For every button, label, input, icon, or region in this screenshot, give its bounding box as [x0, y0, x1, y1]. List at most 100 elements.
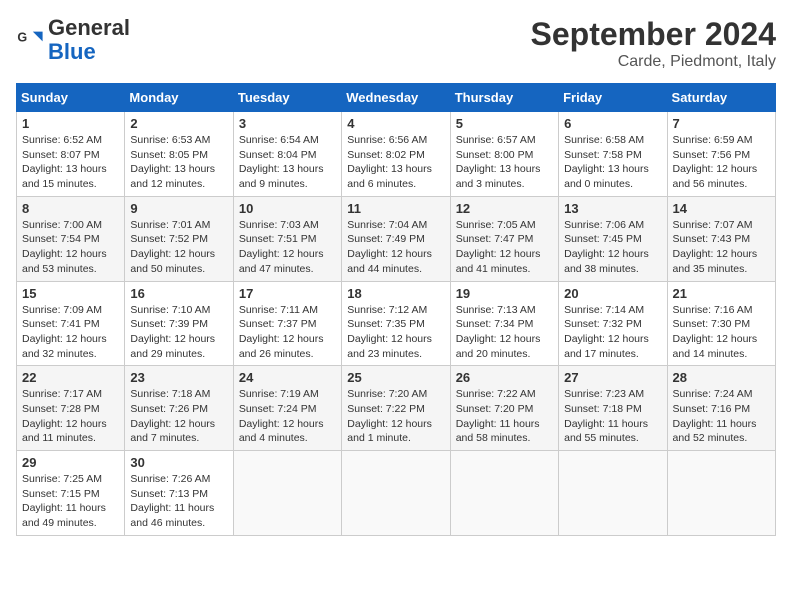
empty-day [233, 451, 341, 536]
logo-line1: General [48, 15, 130, 40]
day-number: 3 [239, 116, 336, 131]
day-number: 24 [239, 370, 336, 385]
day-info: Sunrise: 7:10 AMSunset: 7:39 PMDaylight:… [130, 303, 227, 362]
day-info: Sunrise: 6:56 AMSunset: 8:02 PMDaylight:… [347, 133, 444, 192]
weekday-header-sunday: Sunday [17, 84, 125, 112]
day-number: 26 [456, 370, 553, 385]
day-info: Sunrise: 7:07 AMSunset: 7:43 PMDaylight:… [673, 218, 770, 277]
day-number: 28 [673, 370, 770, 385]
calendar-day-25: 25 Sunrise: 7:20 AMSunset: 7:22 PMDayligh… [342, 366, 450, 451]
day-info: Sunrise: 7:13 AMSunset: 7:34 PMDaylight:… [456, 303, 553, 362]
calendar-week-4: 22 Sunrise: 7:17 AMSunset: 7:28 PMDayligh… [17, 366, 776, 451]
day-number: 21 [673, 286, 770, 301]
calendar-day-29: 29 Sunrise: 7:25 AMSunset: 7:15 PMDayligh… [17, 451, 125, 536]
day-number: 10 [239, 201, 336, 216]
day-info: Sunrise: 7:01 AMSunset: 7:52 PMDaylight:… [130, 218, 227, 277]
svg-text:G: G [17, 31, 27, 45]
day-info: Sunrise: 6:59 AMSunset: 7:56 PMDaylight:… [673, 133, 770, 192]
day-info: Sunrise: 6:57 AMSunset: 8:00 PMDaylight:… [456, 133, 553, 192]
day-number: 20 [564, 286, 661, 301]
calendar-day-27: 27 Sunrise: 7:23 AMSunset: 7:18 PMDayligh… [559, 366, 667, 451]
day-info: Sunrise: 7:05 AMSunset: 7:47 PMDaylight:… [456, 218, 553, 277]
day-number: 8 [22, 201, 119, 216]
day-number: 19 [456, 286, 553, 301]
calendar-week-1: 1Sunrise: 6:52 AMSunset: 8:07 PMDaylight… [17, 112, 776, 197]
calendar-day-13: 13 Sunrise: 7:06 AMSunset: 7:45 PMDayligh… [559, 196, 667, 281]
day-info: Sunrise: 7:25 AMSunset: 7:15 PMDaylight:… [22, 472, 119, 531]
calendar-day-26: 26 Sunrise: 7:22 AMSunset: 7:20 PMDayligh… [450, 366, 558, 451]
location-subtitle: Carde, Piedmont, Italy [531, 53, 776, 71]
calendar-day-24: 24 Sunrise: 7:19 AMSunset: 7:24 PMDayligh… [233, 366, 341, 451]
title-section: September 2024 Carde, Piedmont, Italy [531, 16, 776, 71]
empty-day [559, 451, 667, 536]
calendar-day-17: 17 Sunrise: 7:11 AMSunset: 7:37 PMDayligh… [233, 281, 341, 366]
day-info: Sunrise: 7:18 AMSunset: 7:26 PMDaylight:… [130, 387, 227, 446]
day-number: 2 [130, 116, 227, 131]
logo: G General Blue [16, 16, 130, 64]
calendar-day-28: 28 Sunrise: 7:24 AMSunset: 7:16 PMDayligh… [667, 366, 775, 451]
calendar-day-6: 6 Sunrise: 6:58 AMSunset: 7:58 PMDaylight… [559, 112, 667, 197]
day-info: Sunrise: 7:11 AMSunset: 7:37 PMDaylight:… [239, 303, 336, 362]
calendar-day-11: 11Sunrise: 7:04 AMSunset: 7:49 PMDayligh… [342, 196, 450, 281]
day-number: 27 [564, 370, 661, 385]
calendar-day-1: 1Sunrise: 6:52 AMSunset: 8:07 PMDaylight… [17, 112, 125, 197]
calendar-day-20: 20Sunrise: 7:14 AMSunset: 7:32 PMDayligh… [559, 281, 667, 366]
day-number: 12 [456, 201, 553, 216]
calendar-day-12: 12 Sunrise: 7:05 AMSunset: 7:47 PMDayligh… [450, 196, 558, 281]
weekday-header-thursday: Thursday [450, 84, 558, 112]
day-number: 25 [347, 370, 444, 385]
calendar-day-5: 5 Sunrise: 6:57 AMSunset: 8:00 PMDaylight… [450, 112, 558, 197]
day-info: Sunrise: 7:24 AMSunset: 7:16 PMDaylight:… [673, 387, 770, 446]
calendar-day-3: 3Sunrise: 6:54 AMSunset: 8:04 PMDaylight… [233, 112, 341, 197]
day-number: 1 [22, 116, 119, 131]
day-number: 5 [456, 116, 553, 131]
logo-text: General Blue [48, 16, 130, 64]
calendar-day-16: 16 Sunrise: 7:10 AMSunset: 7:39 PMDayligh… [125, 281, 233, 366]
day-number: 11 [347, 201, 444, 216]
day-number: 29 [22, 455, 119, 470]
page-header: G General Blue September 2024 Carde, Pie… [16, 16, 776, 71]
weekday-header-friday: Friday [559, 84, 667, 112]
day-number: 15 [22, 286, 119, 301]
calendar-day-7: 7Sunrise: 6:59 AMSunset: 7:56 PMDaylight… [667, 112, 775, 197]
calendar-day-2: 2Sunrise: 6:53 AMSunset: 8:05 PMDaylight… [125, 112, 233, 197]
day-info: Sunrise: 7:23 AMSunset: 7:18 PMDaylight:… [564, 387, 661, 446]
calendar-day-23: 23 Sunrise: 7:18 AMSunset: 7:26 PMDayligh… [125, 366, 233, 451]
day-info: Sunrise: 7:03 AMSunset: 7:51 PMDaylight:… [239, 218, 336, 277]
weekday-header-wednesday: Wednesday [342, 84, 450, 112]
month-year-title: September 2024 [531, 16, 776, 53]
calendar-day-4: 4Sunrise: 6:56 AMSunset: 8:02 PMDaylight… [342, 112, 450, 197]
day-info: Sunrise: 7:06 AMSunset: 7:45 PMDaylight:… [564, 218, 661, 277]
day-number: 22 [22, 370, 119, 385]
day-info: Sunrise: 7:22 AMSunset: 7:20 PMDaylight:… [456, 387, 553, 446]
day-number: 18 [347, 286, 444, 301]
day-info: Sunrise: 7:20 AMSunset: 7:22 PMDaylight:… [347, 387, 444, 446]
logo-line2: Blue [48, 39, 96, 64]
day-info: Sunrise: 7:26 AMSunset: 7:13 PMDaylight:… [130, 472, 227, 531]
day-info: Sunrise: 7:19 AMSunset: 7:24 PMDaylight:… [239, 387, 336, 446]
weekday-header-row: SundayMondayTuesdayWednesdayThursdayFrid… [17, 84, 776, 112]
calendar-day-14: 14 Sunrise: 7:07 AMSunset: 7:43 PMDayligh… [667, 196, 775, 281]
empty-day [342, 451, 450, 536]
day-number: 17 [239, 286, 336, 301]
weekday-header-tuesday: Tuesday [233, 84, 341, 112]
day-number: 6 [564, 116, 661, 131]
day-number: 14 [673, 201, 770, 216]
calendar-day-18: 18Sunrise: 7:12 AMSunset: 7:35 PMDayligh… [342, 281, 450, 366]
calendar-day-19: 19 Sunrise: 7:13 AMSunset: 7:34 PMDayligh… [450, 281, 558, 366]
day-info: Sunrise: 7:09 AMSunset: 7:41 PMDaylight:… [22, 303, 119, 362]
day-info: Sunrise: 7:16 AMSunset: 7:30 PMDaylight:… [673, 303, 770, 362]
calendar-day-30: 30 Sunrise: 7:26 AMSunset: 7:13 PMDayligh… [125, 451, 233, 536]
calendar-table: SundayMondayTuesdayWednesdayThursdayFrid… [16, 83, 776, 536]
day-number: 30 [130, 455, 227, 470]
calendar-day-9: 9 Sunrise: 7:01 AMSunset: 7:52 PMDaylight… [125, 196, 233, 281]
day-number: 9 [130, 201, 227, 216]
empty-day [667, 451, 775, 536]
empty-day [450, 451, 558, 536]
day-info: Sunrise: 6:58 AMSunset: 7:58 PMDaylight:… [564, 133, 661, 192]
logo-icon: G [16, 26, 44, 54]
day-number: 16 [130, 286, 227, 301]
day-number: 13 [564, 201, 661, 216]
day-number: 23 [130, 370, 227, 385]
day-info: Sunrise: 7:17 AMSunset: 7:28 PMDaylight:… [22, 387, 119, 446]
